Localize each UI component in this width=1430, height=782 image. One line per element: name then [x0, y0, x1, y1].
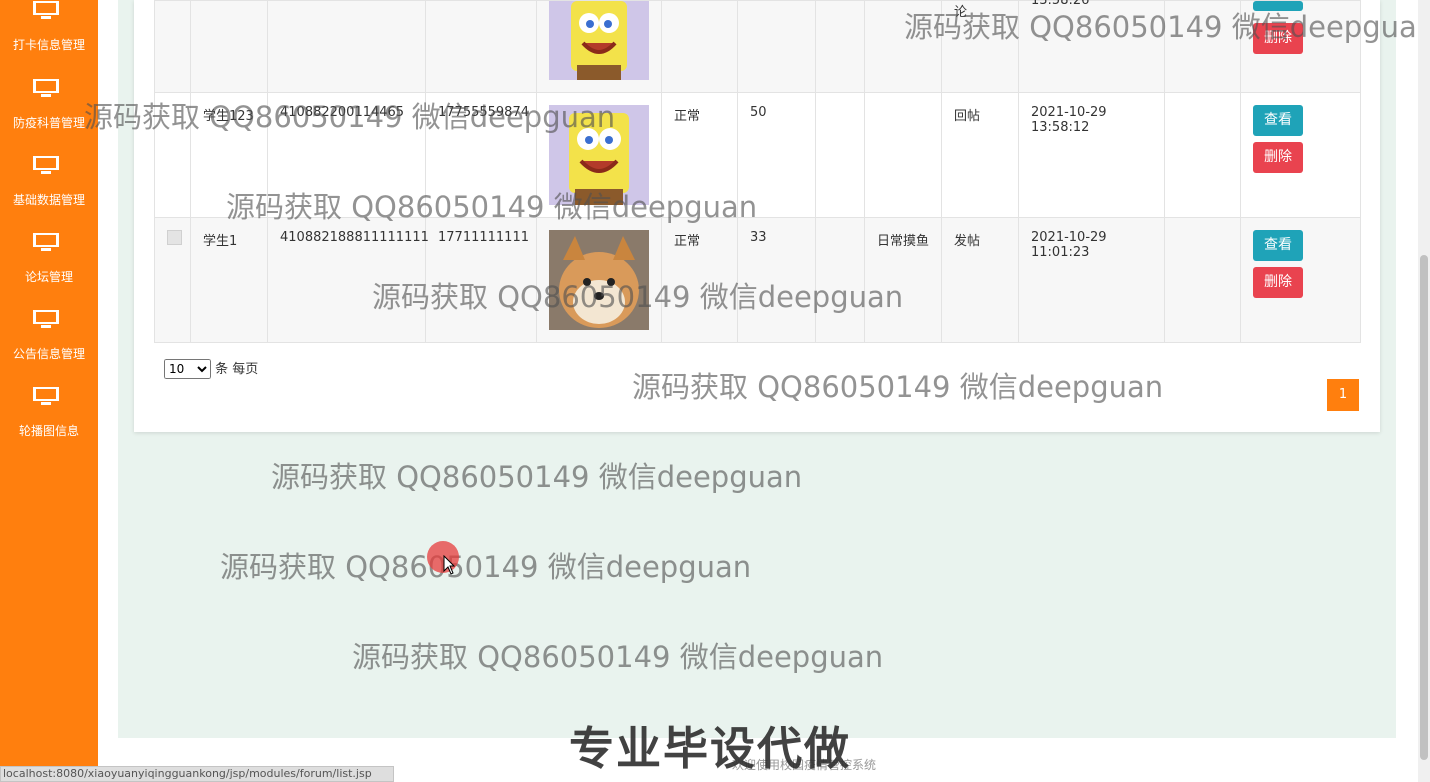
cell-id-card: 410882188811111111 [267, 217, 429, 343]
cell-empty [815, 217, 865, 343]
cell-phone: 17755559874 [425, 92, 537, 218]
cell-views: 50 [737, 92, 816, 218]
forum-table: 论 13:58:26 删除 学生123 410882200114465 1775… [154, 0, 1361, 343]
cell-phone: 17711111111 [425, 217, 537, 343]
cell-id-card: 410882200114465 [267, 92, 426, 218]
monitor-icon [33, 233, 59, 251]
row-checkbox[interactable] [167, 230, 182, 245]
sidebar-item-label: 打卡信息管理 [12, 38, 85, 52]
sidebar-item-label: 公告信息管理 [12, 347, 85, 361]
cell-phone [425, 0, 537, 93]
sidebar-item-forum[interactable]: 论坛管理 [0, 222, 98, 299]
cell-user [190, 0, 268, 93]
cell-views: 33 [737, 217, 816, 343]
spongebob-image [549, 1, 649, 80]
sidebar-item-label: 轮播图信息 [18, 424, 79, 438]
cell-type: 日常摸鱼 [864, 217, 942, 343]
view-button[interactable] [1253, 1, 1303, 11]
cell-time: 2021-10-29 11:01:23 [1018, 217, 1165, 343]
monitor-icon [33, 387, 59, 405]
mouse-pointer-icon [443, 555, 455, 575]
table-row: 论 13:58:26 删除 [154, 0, 1361, 93]
sidebar-item-epidemic-science[interactable]: 防疫科普管理 [0, 68, 98, 145]
page-size-select[interactable]: 10 [164, 359, 211, 379]
sidebar-item-carousel[interactable]: 轮播图信息 [0, 376, 98, 453]
cell-time: 2021-10-29 13:58:12 [1018, 92, 1165, 218]
page-button-current[interactable]: 1 [1327, 379, 1359, 411]
browser-status-url: localhost:8080/xiaoyuanyiqingguankong/js… [0, 766, 394, 782]
delete-button[interactable]: 删除 [1253, 23, 1303, 54]
promo-overlay-text: 专业毕设代做 [569, 722, 852, 775]
cell-type [815, 92, 865, 218]
view-button[interactable]: 查看 [1253, 105, 1303, 136]
cell-user: 学生1 [190, 217, 268, 343]
cell-kind: 发帖 [941, 217, 1019, 343]
shiba-dog-image [549, 230, 649, 330]
row-checkbox-cell [154, 217, 191, 343]
cell-actions: 查看 删除 [1240, 92, 1361, 218]
cell-user: 学生123 [190, 92, 268, 218]
cell-kind-text: 论 [954, 5, 968, 20]
delete-button[interactable]: 删除 [1253, 267, 1303, 298]
cell-views [737, 0, 816, 93]
page-size-control: 10 条 每页 [164, 358, 258, 379]
sidebar-item-base-data[interactable]: 基础数据管理 [0, 145, 98, 222]
cell-time: 13:58:26 [1018, 0, 1165, 93]
cell-image [536, 217, 662, 343]
page-size-suffix: 条 每页 [215, 362, 259, 377]
cell-image [536, 92, 662, 218]
monitor-icon [33, 310, 59, 328]
monitor-icon [33, 79, 59, 97]
delete-button[interactable]: 删除 [1253, 142, 1303, 173]
cell-kind: 论 [941, 0, 1019, 93]
cell-image [536, 0, 662, 93]
monitor-icon [33, 156, 59, 174]
cell-status: 正常 [661, 217, 738, 343]
sidebar-item-label: 基础数据管理 [12, 193, 85, 207]
cell-id-card [267, 0, 426, 93]
sidebar: 打卡信息管理 防疫科普管理 基础数据管理 论坛管理 公告信息管理 轮播图信息 [0, 0, 98, 782]
page-scrollbar[interactable] [1418, 0, 1430, 782]
cell-type [864, 0, 942, 93]
sidebar-item-checkin[interactable]: 打卡信息管理 [0, 0, 98, 67]
cell-empty [864, 92, 942, 218]
cell-empty [1164, 0, 1241, 93]
cell-time-text: 13:58:26 [1031, 0, 1090, 8]
row-checkbox-cell[interactable] [154, 92, 191, 218]
view-button[interactable]: 查看 [1253, 230, 1303, 261]
cell-empty [1164, 217, 1241, 343]
sidebar-item-label: 防疫科普管理 [12, 116, 85, 130]
cell-status: 正常 [661, 92, 738, 218]
row-checkbox-cell[interactable] [154, 0, 191, 93]
cell-status [661, 0, 738, 93]
cell-empty [1164, 92, 1241, 218]
scrollbar-thumb[interactable] [1420, 255, 1428, 760]
cell-actions: 查看 删除 [1240, 217, 1361, 343]
cell-kind: 回帖 [941, 92, 1019, 218]
table-row: 学生1 410882188811111111 17711111111 正常 33… [154, 217, 1361, 343]
cell-empty [815, 0, 865, 93]
sidebar-item-label: 论坛管理 [24, 270, 73, 284]
table-row: 学生123 410882200114465 17755559874 正常 50 … [154, 92, 1361, 218]
sidebar-item-announcement[interactable]: 公告信息管理 [0, 299, 98, 376]
cell-actions: 删除 [1240, 0, 1361, 93]
spongebob-image [549, 105, 649, 205]
monitor-icon [33, 1, 59, 19]
